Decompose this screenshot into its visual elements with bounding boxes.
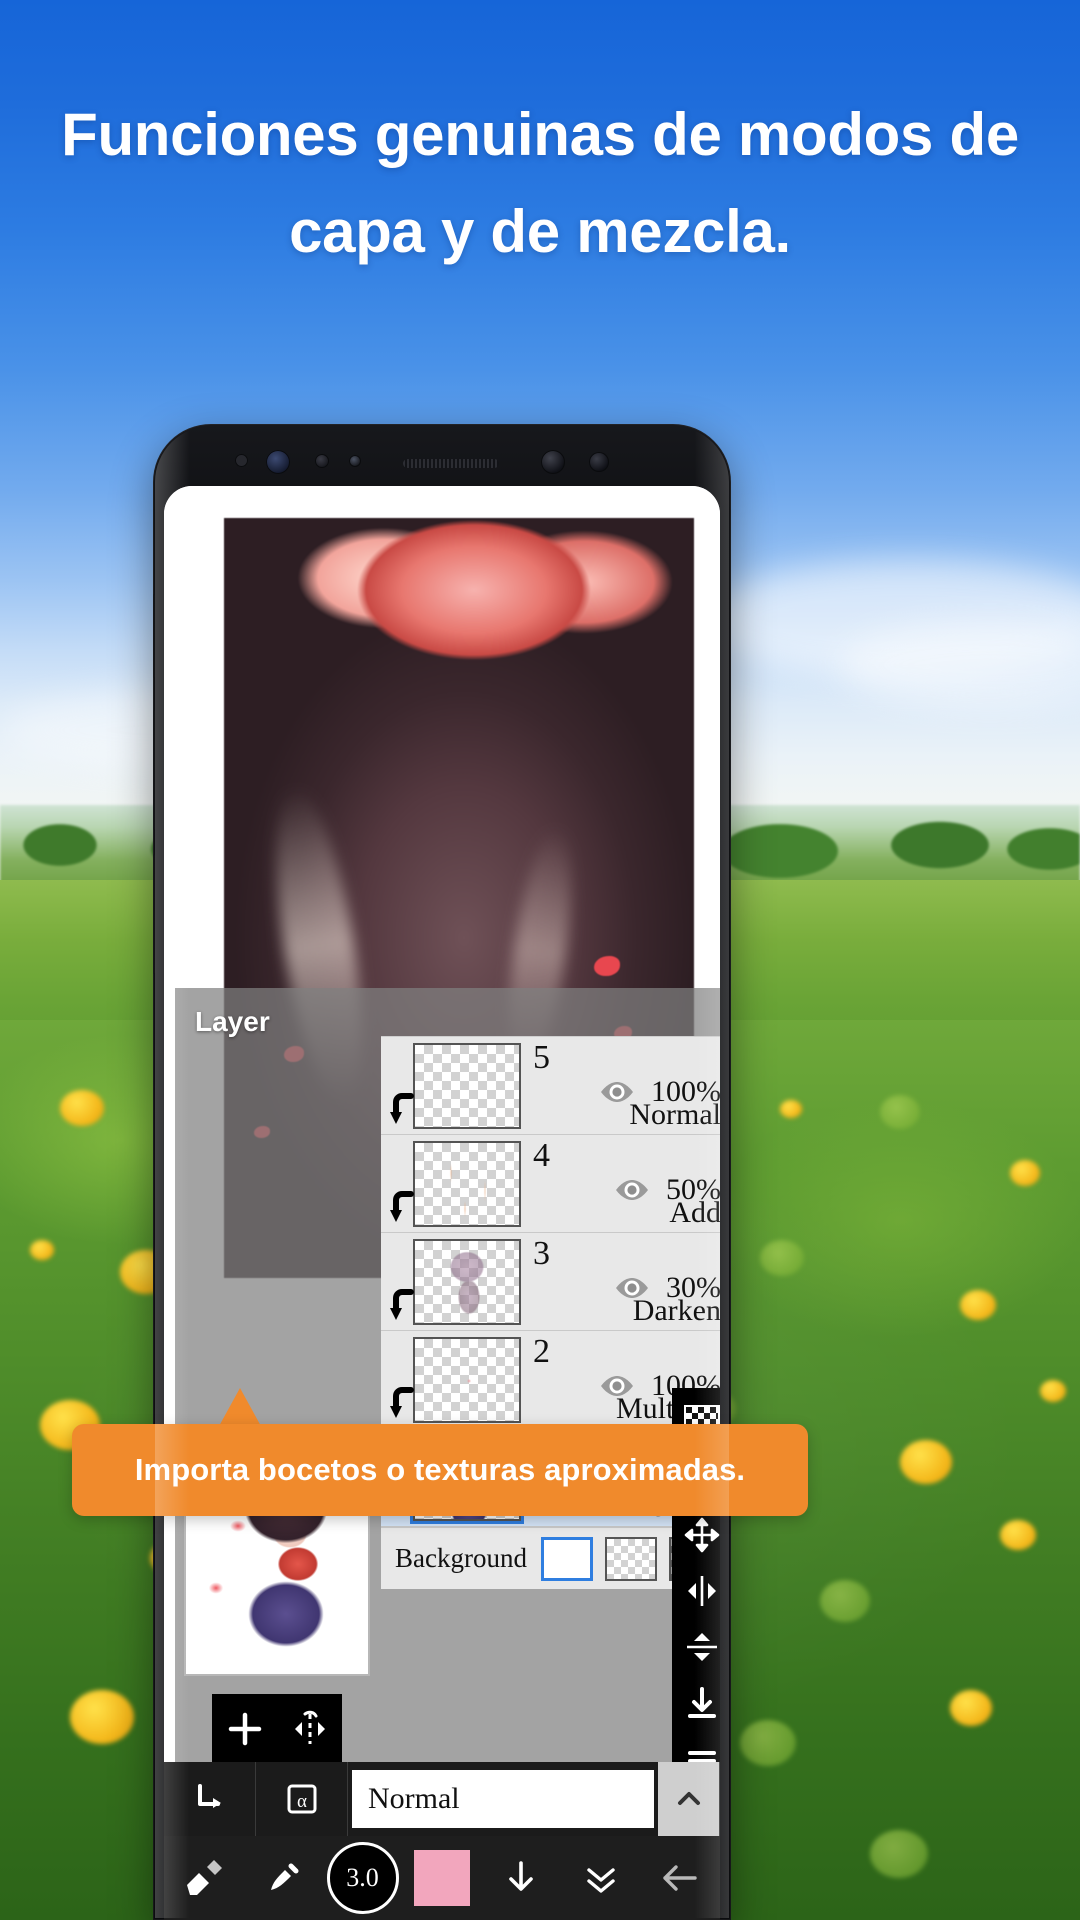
sensor-dot [235,454,248,467]
layer-thumbnail-art [415,1338,519,1421]
clipping-toggle-button[interactable] [164,1762,256,1836]
brush-size-indicator[interactable]: 3.0 [323,1836,402,1920]
flip-horizontal-icon[interactable] [287,1706,333,1752]
layer-row[interactable]: 3 30% Darken [381,1233,720,1331]
eye-visibility-icon[interactable] [614,1178,650,1202]
color-swatch-button[interactable] [402,1836,481,1920]
layer-blend-mode: Darken [632,1294,720,1327]
add-layer-button[interactable] [222,1706,268,1752]
svg-text:α: α [297,1791,307,1812]
sensor-dot [315,454,329,468]
flower [60,1090,104,1126]
mirror-vertical-icon[interactable] [675,1620,721,1674]
flower [740,1720,796,1766]
background-row[interactable]: Background [381,1527,720,1589]
expand-panel-caret[interactable] [658,1762,720,1836]
layer-blend-mode: Normal [629,1098,720,1131]
clipping-mask-arrow-icon [387,1386,415,1420]
flower [870,1830,928,1878]
phone-mockup: Layer 5 100% Normal 4 50% Add 3 30% Dark… [153,424,731,1920]
mirror-horizontal-icon[interactable] [675,1564,721,1618]
layer-number: 3 [533,1235,550,1272]
clipping-mask-arrow-icon [387,1190,415,1224]
earpiece-speaker [403,459,499,468]
double-chevron-down-icon[interactable] [561,1836,640,1920]
phone-screen: Layer 5 100% Normal 4 50% Add 3 30% Dark… [164,486,720,1920]
blend-mode-bar: α Normal [164,1762,720,1836]
flower [1000,1520,1036,1550]
flower [1040,1380,1066,1402]
layer-number: 4 [533,1137,550,1174]
layer-row[interactable]: 5 100% Normal [381,1037,720,1135]
callout-tail [218,1388,262,1428]
download-icon[interactable] [482,1836,561,1920]
layer-thumbnail-art [415,1240,519,1323]
flower [960,1290,996,1320]
move-icon[interactable] [675,1508,721,1562]
layer-number: 5 [533,1039,550,1076]
transparency-checker [415,1044,519,1127]
page-title: Funciones genuinas de modos de capa y de… [61,101,1019,266]
flower [760,1240,804,1276]
phone-button-volume-down [153,854,156,974]
blend-mode-select[interactable]: Normal [352,1770,654,1828]
phone-sensor-bar [153,424,731,488]
callout-text: Importa bocetos o texturas aproximadas. [134,1452,746,1487]
eraser-tool-icon[interactable] [164,1836,243,1920]
sensor-dot [349,455,361,467]
flower [950,1690,992,1726]
layer-row[interactable]: 2 100% Multiply [381,1331,720,1429]
layer-thumbnail[interactable] [413,1140,521,1227]
flower [30,1240,54,1260]
brush-tool-icon[interactable] [243,1836,322,1920]
layer-row[interactable]: 4 50% Add [381,1135,720,1233]
layer-thumbnail[interactable] [413,1042,521,1129]
background-label: Background [395,1543,527,1573]
sensor-dot [589,452,609,472]
flower [880,1095,920,1129]
layer-panel-title: Layer [195,1006,270,1037]
phone-button-volume-up [153,710,156,830]
layer-meta: 3 30% Darken [521,1233,720,1330]
layer-meta: 4 50% Add [521,1135,720,1232]
callout-banner: Importa bocetos o texturas aproximadas. [72,1424,808,1516]
background-swatch-transparent[interactable] [605,1536,657,1581]
layer-meta: 5 100% Normal [521,1037,720,1134]
main-toolbar: 3.0 [164,1836,720,1920]
alpha-lock-button[interactable]: α [256,1762,348,1836]
layer-thumbnail[interactable] [413,1336,521,1423]
current-color-chip [413,1850,470,1906]
iris-scanner [266,450,290,474]
brush-size-value: 3.0 [326,1842,399,1914]
flower [780,1100,802,1118]
back-arrow-icon[interactable] [641,1836,720,1920]
clipping-mask-arrow-icon [387,1288,415,1322]
layer-number: 2 [533,1333,550,1370]
layer-thumbnail[interactable] [413,1238,521,1325]
flower [820,1580,870,1622]
layer-blend-mode: Add [669,1196,720,1229]
flower [70,1690,134,1744]
flower [900,1440,952,1484]
phone-button-bixby [153,594,156,678]
flower [1010,1160,1040,1186]
layer-thumbnail-art [415,1142,519,1225]
merge-down-icon[interactable] [675,1676,721,1730]
front-camera [541,450,565,474]
background-swatch-white[interactable] [541,1536,593,1581]
clipping-mask-arrow-icon [387,1092,415,1126]
